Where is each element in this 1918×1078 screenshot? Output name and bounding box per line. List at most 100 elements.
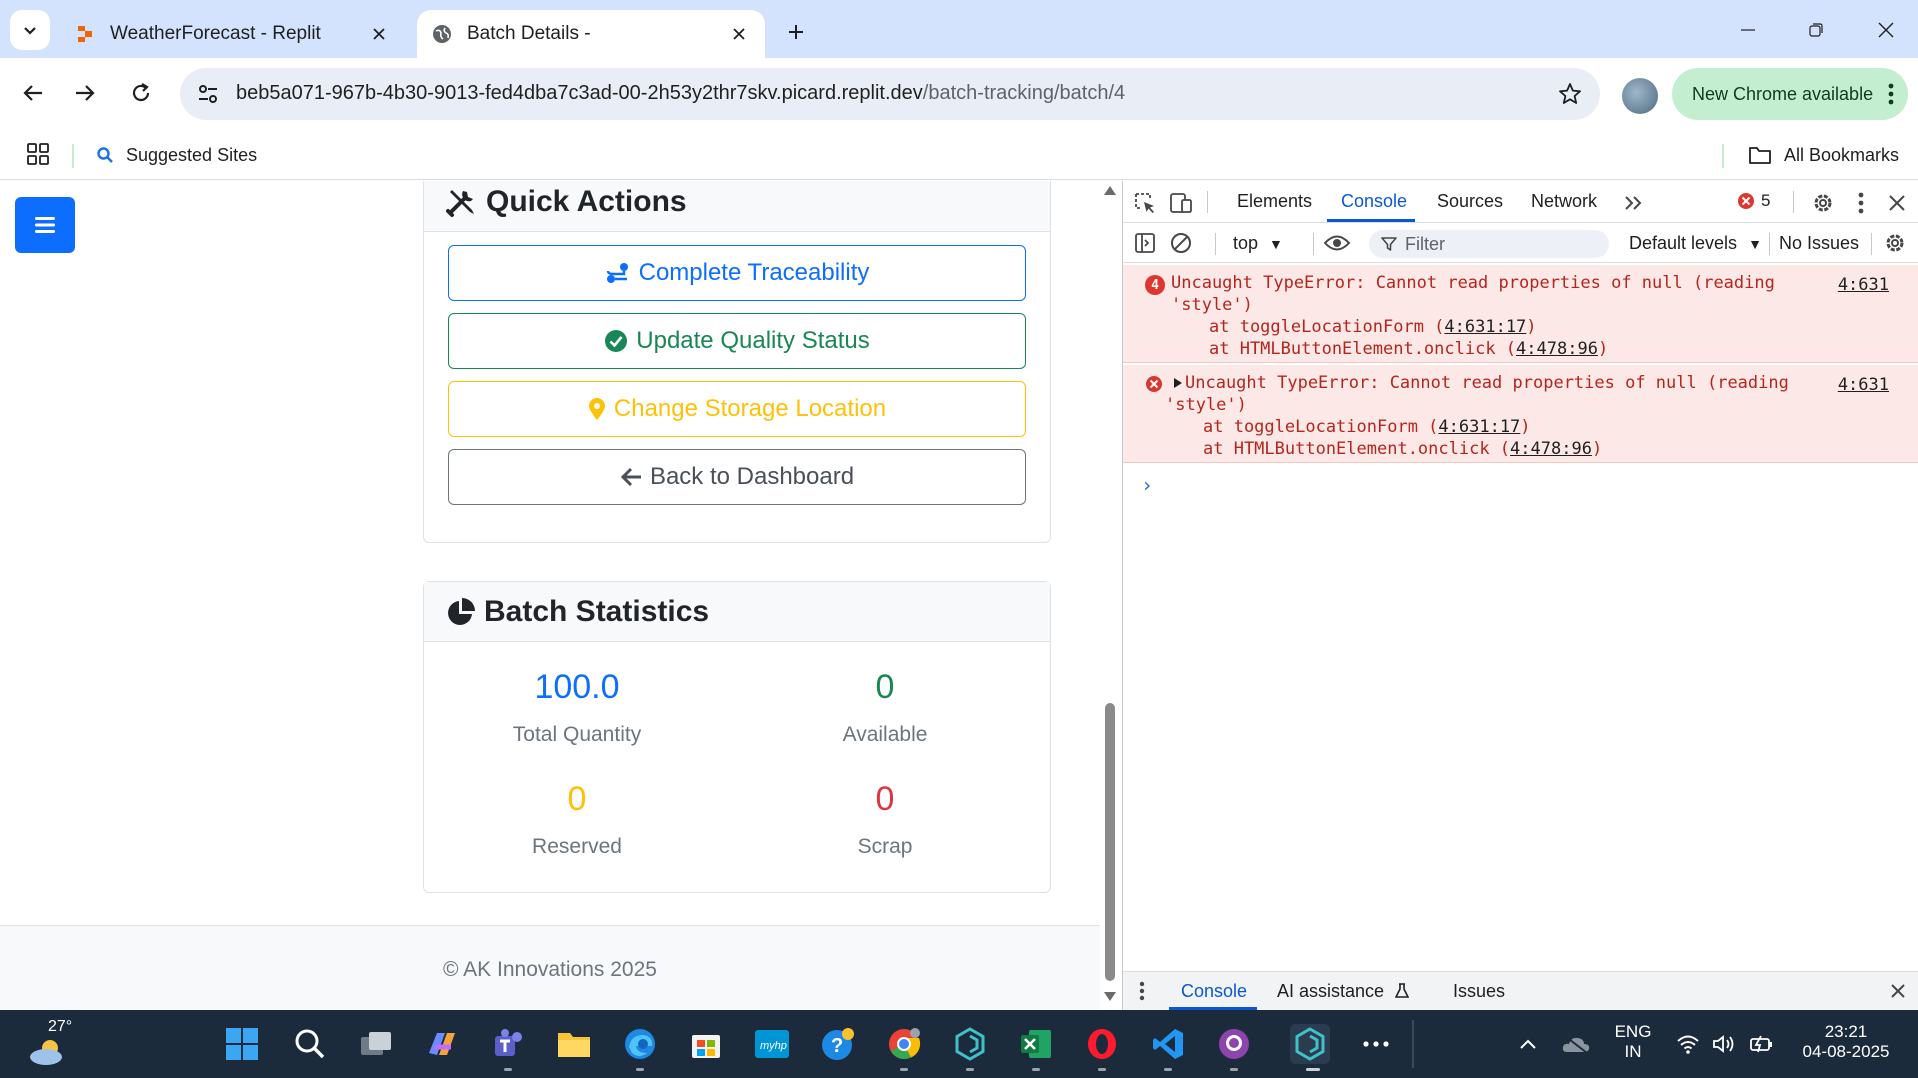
change-storage-location-button[interactable]: Change Storage Location (448, 381, 1026, 437)
volume-icon[interactable] (1704, 1024, 1744, 1064)
bookmark-star-icon[interactable] (1556, 80, 1584, 108)
console-filter-input[interactable]: Filter (1369, 230, 1609, 258)
site-info-icon[interactable] (192, 78, 224, 110)
help-icon[interactable]: ? (818, 1024, 858, 1064)
inspect-element-icon[interactable] (1131, 189, 1159, 217)
close-drawer-icon[interactable] (1887, 980, 1909, 1002)
context-select[interactable]: top ▼ (1233, 233, 1283, 254)
settings-gear-icon[interactable] (1809, 189, 1837, 217)
vscode-icon[interactable] (1148, 1024, 1188, 1064)
onedrive-icon[interactable] (1556, 1024, 1596, 1064)
log-levels-dropdown[interactable]: Default levels ▼ (1629, 233, 1762, 254)
drawer-menu-icon[interactable] (1133, 980, 1151, 1002)
source-link[interactable]: 4:478:96 (1510, 439, 1592, 459)
more-apps-icon[interactable] (1356, 1024, 1396, 1064)
source-link[interactable]: 4:478:96 (1516, 339, 1598, 359)
sidebar-toggle-button[interactable] (15, 197, 75, 253)
console-settings-gear-icon[interactable] (1881, 229, 1909, 257)
close-tab-icon[interactable] (725, 20, 753, 48)
profile-avatar[interactable] (1622, 78, 1658, 114)
address-bar[interactable]: beb5a071-967b-4b30-9013-fed4dba7c3ad-00-… (180, 68, 1600, 120)
scrollbar-thumb[interactable] (1105, 703, 1115, 981)
message-source-link[interactable]: 4:631 (1838, 375, 1889, 395)
console-prompt[interactable]: › (1141, 473, 1153, 497)
url-text: beb5a071-967b-4b30-9013-fed4dba7c3ad-00-… (236, 82, 1125, 105)
device-toolbar-icon[interactable] (1167, 189, 1195, 217)
clock[interactable]: 23:21 04-08-2025 (1786, 1022, 1906, 1062)
tab-batch-details[interactable]: Batch Details - (417, 10, 765, 58)
scroll-up-icon[interactable] (1104, 185, 1116, 195)
apps-grid-icon[interactable] (26, 142, 50, 166)
page-scrollbar[interactable] (1100, 181, 1120, 1010)
myhp-icon[interactable]: myhp (752, 1024, 792, 1064)
forward-button[interactable] (64, 72, 106, 114)
source-link[interactable]: 4:631:17 (1438, 417, 1520, 437)
close-tab-icon[interactable] (365, 20, 393, 48)
clock-date: 04-08-2025 (1802, 1042, 1890, 1061)
file-explorer-icon[interactable] (554, 1024, 594, 1064)
tab-elements[interactable]: Elements (1237, 191, 1312, 212)
toolbar-divider (1793, 191, 1794, 213)
message-source-link[interactable]: 4:631 (1838, 275, 1889, 295)
tab-weatherforecast[interactable]: WeatherForecast - Replit (60, 10, 405, 58)
expand-triangle-icon[interactable] (1173, 377, 1183, 389)
running-indicator (1164, 1068, 1172, 1071)
microsoft-store-icon[interactable] (686, 1024, 726, 1064)
more-vertical-icon[interactable] (1847, 189, 1875, 217)
region-code: IN (1624, 1042, 1642, 1061)
close-devtools-icon[interactable] (1883, 189, 1911, 217)
search-icon[interactable] (290, 1024, 330, 1064)
wifi-icon[interactable] (1668, 1024, 1708, 1064)
update-quality-status-button[interactable]: Update Quality Status (448, 313, 1026, 369)
excel-icon[interactable] (1016, 1024, 1056, 1064)
task-view-icon[interactable] (356, 1024, 396, 1064)
tab-search-button[interactable] (10, 10, 50, 50)
drawer-tab-ai-assistance[interactable]: AI assistance (1277, 981, 1410, 1002)
cursor-app-icon[interactable] (950, 1024, 990, 1064)
bookmark-suggested-sites[interactable]: Suggested Sites (96, 140, 257, 170)
more-tabs-icon[interactable] (1621, 191, 1645, 215)
flask-icon (1395, 983, 1410, 998)
language-indicator[interactable]: ENG IN (1608, 1022, 1658, 1062)
chrome-icon[interactable] (884, 1024, 924, 1064)
error-counter[interactable]: 5 (1737, 191, 1770, 211)
restore-button[interactable] (1796, 12, 1836, 48)
opera-icon[interactable] (1082, 1024, 1122, 1064)
error-icon (1738, 193, 1754, 209)
tab-sources[interactable]: Sources (1437, 191, 1503, 212)
cursor-app-icon-active[interactable] (1290, 1024, 1330, 1064)
frame-text: at HTMLButtonElement.onclick ( (1203, 439, 1511, 459)
running-indicator (1306, 1068, 1320, 1071)
drawer-tab-issues[interactable]: Issues (1453, 981, 1505, 1002)
error-text: Uncaught TypeError: Cannot read properti… (1171, 273, 1775, 293)
complete-traceability-button[interactable]: Complete Traceability (448, 245, 1026, 301)
chrome-update-button[interactable]: New Chrome available (1672, 68, 1908, 120)
tab-network[interactable]: Network (1531, 191, 1597, 212)
issues-counter[interactable]: No Issues (1779, 233, 1859, 254)
all-bookmarks-button[interactable]: All Bookmarks (1748, 140, 1899, 170)
console-error-message[interactable]: Uncaught TypeError: Cannot read properti… (1123, 365, 1918, 463)
live-expression-eye-icon[interactable] (1313, 229, 1361, 257)
console-error-message[interactable]: 4 Uncaught TypeError: Cannot read proper… (1123, 265, 1918, 363)
new-tab-button[interactable] (778, 14, 814, 50)
back-button[interactable] (12, 72, 54, 114)
drawer-tab-console[interactable]: Console (1181, 981, 1247, 1002)
scroll-down-icon[interactable] (1104, 992, 1116, 1002)
clear-console-icon[interactable] (1167, 229, 1195, 257)
tab-console[interactable]: Console (1341, 191, 1407, 212)
teams-icon[interactable] (488, 1024, 528, 1064)
battery-charging-icon[interactable] (1742, 1024, 1782, 1064)
reload-button[interactable] (120, 72, 162, 114)
source-link[interactable]: 4:631:17 (1444, 317, 1526, 337)
console-toolbar: top ▼ Filter Default levels ▼ No Issues (1123, 223, 1918, 263)
github-desktop-icon[interactable] (1214, 1024, 1254, 1064)
back-to-dashboard-button[interactable]: Back to Dashboard (448, 449, 1026, 505)
chevron-up-icon[interactable] (1508, 1024, 1548, 1064)
windows-start-icon[interactable] (222, 1024, 262, 1064)
sidebar-toggle-icon[interactable] (1131, 229, 1159, 257)
frame-text: at toggleLocationForm ( (1209, 317, 1445, 337)
edge-browser-icon[interactable] (620, 1024, 660, 1064)
copilot-icon[interactable] (422, 1024, 462, 1064)
close-window-button[interactable] (1866, 12, 1906, 48)
minimize-button[interactable] (1728, 12, 1768, 48)
